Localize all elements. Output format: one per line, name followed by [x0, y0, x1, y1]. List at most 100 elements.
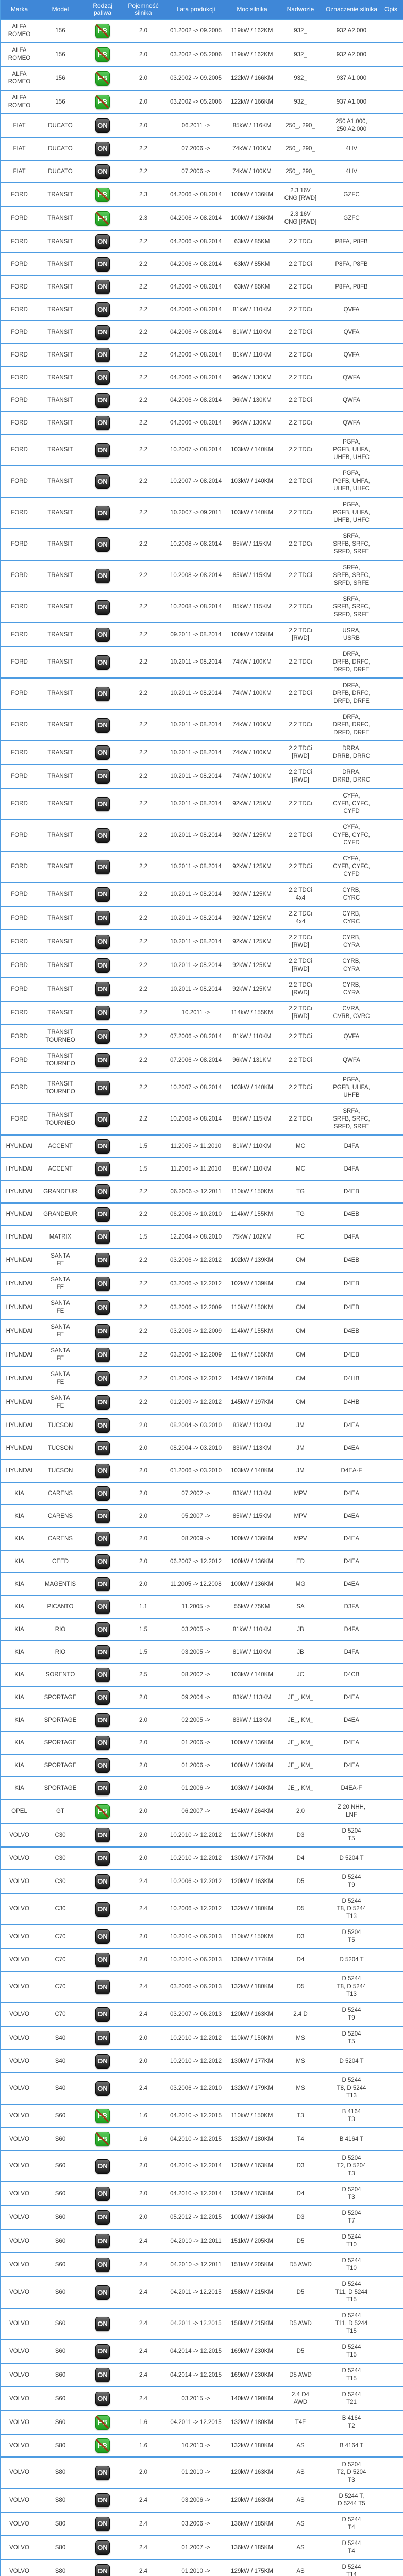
- cell-production-years: 11.2005 -> 12.2008: [164, 1572, 227, 1596]
- cell-engine-capacity: 2.2: [122, 646, 164, 678]
- table-row: VOLVO C30 ON 2.4 10.2006 -> 12.2012 120kW / 1…: [1, 1869, 403, 1893]
- cell-fuel-type: ON: [83, 1971, 122, 2003]
- table-row: FORD TRANSIT ON 2.2 10.2011 -> 08.2014 92kW /…: [1, 977, 403, 1001]
- cell-body: D5: [277, 1869, 324, 1893]
- table-row: VOLVO S60 ON 2.4 03.2015 -> 140kW / 190KM 2.4 …: [1, 2386, 403, 2411]
- fuel-on-icon: ON: [95, 1929, 110, 1944]
- cell-engine-code: DRFA, DRFB, DRFC, DRFD, DRFE: [324, 646, 379, 678]
- cell-fuel-type: ON: [83, 1248, 122, 1272]
- fuel-on-icon: ON: [95, 280, 110, 294]
- cell-fuel-type: ON: [83, 2205, 122, 2229]
- fuel-on-icon: ON: [95, 718, 110, 733]
- cell-body: D5: [277, 2339, 324, 2363]
- cell-body: 932_: [277, 19, 324, 43]
- cell-engine-capacity: 2.0: [122, 1948, 164, 1971]
- cell-engine-power: 74kW / 100KM: [227, 709, 277, 741]
- table-row: FORD TRANSIT ON 2.2 04.2006 -> 08.2014 63kW /…: [1, 252, 403, 276]
- cell-model: S60: [38, 2205, 83, 2229]
- cell-description: [379, 1103, 403, 1135]
- cell-production-years: 10.2010 ->: [164, 2434, 227, 2457]
- cell-description: [379, 2559, 403, 2576]
- cell-engine-code: DRFA, DRFB, DRFC, DRFD, DRFE: [324, 709, 379, 741]
- cell-description: [379, 497, 403, 529]
- cell-engine-code: D4EA: [324, 1686, 379, 1709]
- cell-engine-power: 151kW / 205KM: [227, 2252, 277, 2277]
- cell-model: ACCENT: [38, 1157, 83, 1180]
- table-row: VOLVO S80 ON 2.4 03.2006 -> 120kW / 163KM AS D …: [1, 2488, 403, 2512]
- cell-model: DUCATO: [38, 160, 83, 183]
- cell-marka: FORD: [1, 411, 38, 434]
- cell-description: [379, 788, 403, 820]
- cell-engine-code: 250 A1.000, 250 A2.000: [324, 113, 379, 138]
- cell-marka: VOLVO: [1, 1869, 38, 1893]
- cell-fuel-type: ON: [83, 230, 122, 253]
- cell-fuel-type: ON: [83, 2181, 122, 2206]
- fuel-on-icon: ON: [95, 982, 110, 996]
- table-row: VOLVO C30 ON 2.4 10.2006 -> 12.2012 132kW / 1…: [1, 1893, 403, 1925]
- cell-engine-code: 932 A2.000: [324, 42, 379, 66]
- cell-fuel-type: ON: [83, 298, 122, 321]
- cell-engine-power: 120kW / 163KM: [227, 2150, 277, 2182]
- fuel-on-icon: ON: [95, 118, 110, 133]
- cell-engine-power: 85kW / 116KM: [227, 113, 277, 138]
- cell-body: 932_: [277, 66, 324, 90]
- cell-fuel-type: ON: [83, 1550, 122, 1573]
- cell-engine-power: 145kW / 197KM: [227, 1366, 277, 1391]
- cell-body: D3: [277, 1924, 324, 1948]
- cell-marka: FORD: [1, 1048, 38, 1072]
- cell-fuel-type: ON: [83, 1343, 122, 1367]
- cell-engine-capacity: 2.2: [122, 851, 164, 883]
- cell-engine-power: 63kW / 85KM: [227, 275, 277, 298]
- fuel-on-icon: ON: [95, 745, 110, 760]
- cell-engine-power: 100kW / 136KM: [227, 1572, 277, 1596]
- cell-engine-capacity: 2.0: [122, 1754, 164, 1777]
- cell-production-years: 07.2006 -> 08.2014: [164, 1024, 227, 1048]
- cell-fuel-type: ON: [83, 2252, 122, 2277]
- cell-model: S60: [38, 2181, 83, 2206]
- cell-marka: KIA: [1, 1504, 38, 1528]
- table-row: VOLVO S60 PB 1.6 04.2011 -> 12.2015 132kW / 1…: [1, 2410, 403, 2434]
- cell-marka: VOLVO: [1, 2512, 38, 2536]
- cell-engine-code: D 5204 T3: [324, 2181, 379, 2206]
- cell-fuel-type: ON: [83, 1869, 122, 1893]
- table-row: VOLVO S60 ON 2.4 04.2014 -> 12.2015 169kW / 2…: [1, 2339, 403, 2363]
- cell-description: [379, 677, 403, 709]
- cell-engine-capacity: 2.4: [122, 2559, 164, 2576]
- cell-body: D5 AWD: [277, 2252, 324, 2277]
- cell-marka: VOLVO: [1, 2002, 38, 2026]
- cell-body: JB: [277, 1640, 324, 1664]
- cell-fuel-type: ON: [83, 764, 122, 788]
- cell-engine-capacity: 2.0: [122, 42, 164, 66]
- cell-production-years: 03.2002 -> 09.2005: [164, 66, 227, 90]
- cell-model: S60: [38, 2252, 83, 2277]
- fuel-pb-icon: PB: [95, 2132, 110, 2146]
- cell-model: TRANSIT: [38, 929, 83, 954]
- cell-model: SPORTAGE: [38, 1731, 83, 1754]
- cell-marka: VOLVO: [1, 2434, 38, 2457]
- fuel-on-icon: ON: [95, 911, 110, 925]
- cell-body: AS: [277, 2559, 324, 2576]
- cell-engine-capacity: 2.0: [122, 1924, 164, 1948]
- cell-production-years: 04.2006 -> 08.2014: [164, 388, 227, 412]
- cell-engine-code: SRFA, SRFB, SRFC, SRFD, SRFE: [324, 1103, 379, 1135]
- cell-marka: VOLVO: [1, 2559, 38, 2576]
- cell-marka: HYUNDAI: [1, 1295, 38, 1319]
- cell-marka: VOLVO: [1, 2535, 38, 2560]
- cell-fuel-type: ON: [83, 677, 122, 709]
- table-row: VOLVO S80 ON 2.0 01.2010 -> 120kW / 163KM AS D …: [1, 2456, 403, 2488]
- fuel-on-icon: ON: [95, 2517, 110, 2531]
- cell-production-years: 10.2010 -> 12.2012: [164, 1846, 227, 1870]
- cell-fuel-type: ON: [83, 1823, 122, 1847]
- cell-model: TRANSIT: [38, 366, 83, 389]
- fuel-pb-icon: PB: [95, 2438, 110, 2453]
- cell-engine-power: 169kW / 230KM: [227, 2363, 277, 2387]
- cell-engine-code: D4EB: [324, 1295, 379, 1319]
- table-row: VOLVO S60 ON 2.0 04.2010 -> 12.2014 120kW / 1…: [1, 2181, 403, 2206]
- cell-model: TRANSIT: [38, 206, 83, 230]
- cell-model: TRANSIT TOURNEO: [38, 1048, 83, 1072]
- cell-engine-power: 100kW / 136KM: [227, 182, 277, 207]
- cell-marka: HYUNDAI: [1, 1459, 38, 1482]
- cell-fuel-type: ON: [83, 2512, 122, 2536]
- cell-marka: KIA: [1, 1550, 38, 1573]
- fuel-on-icon: ON: [95, 2081, 110, 2096]
